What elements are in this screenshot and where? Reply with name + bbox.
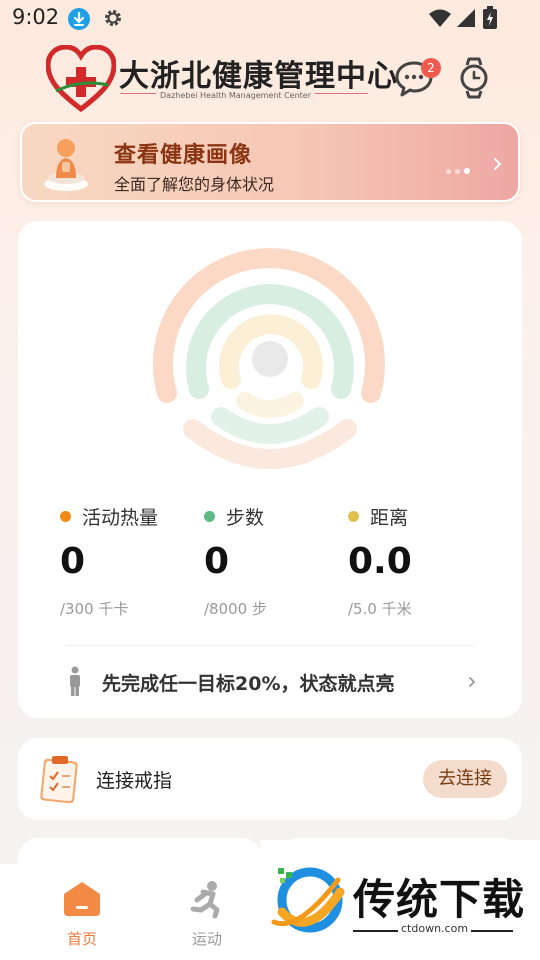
- rings-center-dot: [252, 341, 288, 377]
- logo-subtitle: Dazhebei Health Management Center: [156, 91, 315, 100]
- download-icon: [68, 8, 90, 30]
- logo-title: 大浙北健康管理中心: [119, 59, 398, 94]
- running-icon: [190, 881, 220, 919]
- distance-legend-dot: [348, 511, 359, 522]
- watermark-url: ctdown.com: [398, 922, 472, 935]
- status-time: 9:02: [12, 5, 60, 29]
- health-profile-banner[interactable]: 查看健康画像 全面了解您的身体状况: [20, 122, 520, 202]
- metric-goal: /8000 步: [204, 600, 267, 618]
- smartwatch-icon: [460, 57, 488, 99]
- status-bar: 9:02: [0, 0, 540, 38]
- banner-title: 查看健康画像: [114, 143, 253, 168]
- nav-item-home[interactable]: 首页: [32, 864, 132, 960]
- banner-subtitle: 全面了解您的身体状况: [114, 175, 275, 194]
- metric-label: 距离: [370, 507, 409, 529]
- message-count-badge: 2: [421, 58, 441, 78]
- metric-value: 0: [60, 541, 86, 582]
- smartwatch-button[interactable]: [456, 57, 492, 99]
- nav-label: 首页: [66, 930, 97, 948]
- heart-cross-logo-icon: [46, 45, 116, 113]
- nav-label: 运动: [191, 930, 222, 948]
- connect-button[interactable]: 去连接: [423, 760, 507, 798]
- nav-item-sport[interactable]: 运动: [157, 864, 257, 960]
- clipboard-checklist-icon: [40, 756, 78, 804]
- chevron-right-icon: [494, 158, 502, 170]
- banner-page-indicator: [446, 159, 480, 174]
- wifi-icon: [428, 8, 452, 32]
- divider: [66, 645, 474, 646]
- health-figure-illustration-icon: [44, 139, 88, 191]
- chevron-right-icon[interactable]: [467, 674, 477, 690]
- person-icon: [70, 666, 80, 696]
- battery-icon: [483, 6, 497, 34]
- calories-legend-dot: [60, 511, 71, 522]
- brand-logo: 大浙北健康管理中心 Dazhebei Health Management Cen…: [46, 45, 397, 113]
- metric-label: 活动热量: [82, 507, 159, 529]
- signal-icon: [456, 8, 476, 32]
- watermark-logo-icon: [271, 867, 345, 933]
- metric-label: 步数: [226, 507, 265, 529]
- watermark-text: 传统下载: [353, 875, 526, 924]
- steps-legend-dot: [204, 511, 215, 522]
- metric-value: 0.0: [348, 541, 412, 582]
- gear-icon: [102, 7, 124, 33]
- activity-card: 活动热量 0 /300 千卡 步数 0 /8000 步 距离 0.0 /5.0 …: [18, 221, 522, 718]
- metric-goal: /300 千卡: [60, 600, 129, 618]
- connect-ring-label: 连接戒指: [96, 770, 173, 792]
- activity-rings-chart: [153, 248, 385, 469]
- activity-tip[interactable]: 先完成任一目标20%，状态就点亮: [102, 669, 394, 696]
- metric-value: 0: [204, 541, 230, 582]
- home-icon: [64, 882, 100, 916]
- watermark: 传统下载 ctdown.com: [260, 840, 540, 950]
- metric-goal: /5.0 千米: [348, 600, 412, 618]
- connect-ring-card[interactable]: 连接戒指 去连接: [18, 738, 522, 820]
